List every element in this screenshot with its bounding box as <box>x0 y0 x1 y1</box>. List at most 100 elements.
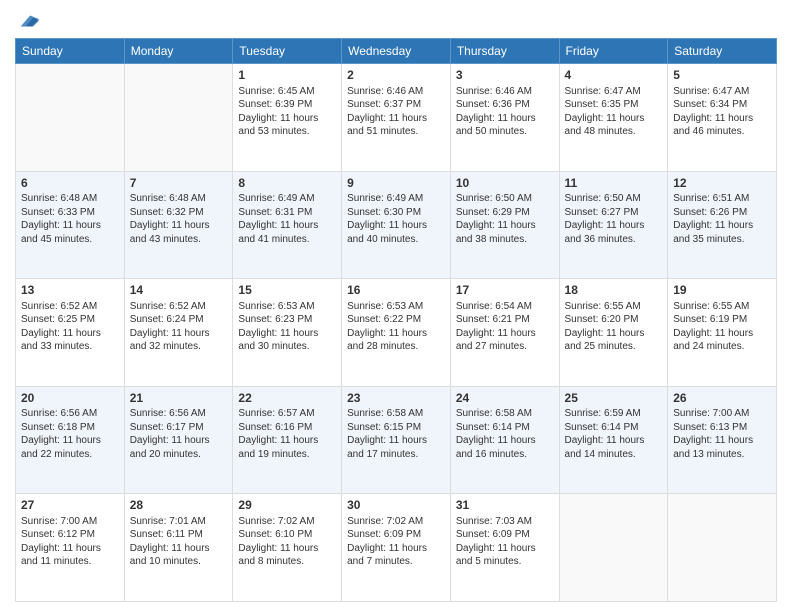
day-info: Sunrise: 6:52 AM Sunset: 6:24 PM Dayligh… <box>130 301 210 353</box>
calendar-cell: 3 Sunrise: 6:46 AM Sunset: 6:36 PM Daylig… <box>450 64 559 172</box>
calendar-cell: 1Sunrise: 6:45 AM Sunset: 6:39 PM Daylig… <box>233 64 342 172</box>
day-info: Sunrise: 6:52 AM Sunset: 6:25 PM Dayligh… <box>21 301 101 353</box>
calendar-cell: 22Sunrise: 6:57 AM Sunset: 6:16 PM Dayli… <box>233 386 342 494</box>
calendar-week-4: 20Sunrise: 6:56 AM Sunset: 6:18 PM Dayli… <box>16 386 777 494</box>
calendar-weekday-monday: Monday <box>124 39 233 64</box>
calendar-cell <box>559 494 668 602</box>
day-number: 21 <box>130 391 228 407</box>
day-info: Sunrise: 6:51 AM Sunset: 6:26 PM Dayligh… <box>673 193 753 245</box>
calendar-table: SundayMondayTuesdayWednesdayThursdayFrid… <box>15 38 777 602</box>
day-info: Sunrise: 6:47 AM Sunset: 6:35 PM Dayligh… <box>565 86 645 138</box>
calendar-cell: 16 Sunrise: 6:53 AM Sunset: 6:22 PM Dayli… <box>342 279 451 387</box>
calendar-cell: 31 Sunrise: 7:03 AM Sunset: 6:09 PM Dayli… <box>450 494 559 602</box>
logo-icon <box>17 10 39 32</box>
day-number: 30 <box>347 498 445 514</box>
day-info: Sunrise: 6:46 AM Sunset: 6:37 PM Dayligh… <box>347 86 427 138</box>
calendar-header-row: SundayMondayTuesdayWednesdayThursdayFrid… <box>16 39 777 64</box>
day-number: 20 <box>21 391 119 407</box>
calendar-cell: 18 Sunrise: 6:55 AM Sunset: 6:20 PM Dayli… <box>559 279 668 387</box>
calendar-cell: 2Sunrise: 6:46 AM Sunset: 6:37 PM Daylig… <box>342 64 451 172</box>
day-number: 5 <box>673 68 771 84</box>
day-number: 13 <box>21 283 119 299</box>
day-info: Sunrise: 6:55 AM Sunset: 6:20 PM Dayligh… <box>565 301 645 353</box>
day-number: 8 <box>238 176 336 192</box>
calendar-cell: 29 Sunrise: 7:02 AM Sunset: 6:10 PM Dayli… <box>233 494 342 602</box>
calendar-weekday-tuesday: Tuesday <box>233 39 342 64</box>
day-number: 23 <box>347 391 445 407</box>
day-number: 31 <box>456 498 554 514</box>
day-number: 1 <box>238 68 336 84</box>
day-info: Sunrise: 6:57 AM Sunset: 6:16 PM Dayligh… <box>238 408 318 460</box>
day-info: Sunrise: 7:00 AM Sunset: 6:12 PM Dayligh… <box>21 516 101 568</box>
header <box>15 10 777 32</box>
day-info: Sunrise: 6:56 AM Sunset: 6:18 PM Dayligh… <box>21 408 101 460</box>
day-info: Sunrise: 6:53 AM Sunset: 6:22 PM Dayligh… <box>347 301 427 353</box>
day-number: 24 <box>456 391 554 407</box>
calendar-weekday-thursday: Thursday <box>450 39 559 64</box>
calendar-cell: 14 Sunrise: 6:52 AM Sunset: 6:24 PM Dayli… <box>124 279 233 387</box>
day-number: 6 <box>21 176 119 192</box>
calendar-cell: 11Sunrise: 6:50 AM Sunset: 6:27 PM Dayli… <box>559 171 668 279</box>
calendar-cell: 9Sunrise: 6:49 AM Sunset: 6:30 PM Daylig… <box>342 171 451 279</box>
day-number: 26 <box>673 391 771 407</box>
calendar-cell: 27 Sunrise: 7:00 AM Sunset: 6:12 PM Dayli… <box>16 494 125 602</box>
day-info: Sunrise: 6:49 AM Sunset: 6:30 PM Dayligh… <box>347 193 427 245</box>
day-number: 16 <box>347 283 445 299</box>
day-info: Sunrise: 6:58 AM Sunset: 6:15 PM Dayligh… <box>347 408 427 460</box>
day-number: 17 <box>456 283 554 299</box>
calendar-week-1: 1Sunrise: 6:45 AM Sunset: 6:39 PM Daylig… <box>16 64 777 172</box>
calendar-cell: 20Sunrise: 6:56 AM Sunset: 6:18 PM Dayli… <box>16 386 125 494</box>
calendar-cell: 7Sunrise: 6:48 AM Sunset: 6:32 PM Daylig… <box>124 171 233 279</box>
calendar-cell: 10Sunrise: 6:50 AM Sunset: 6:29 PM Dayli… <box>450 171 559 279</box>
calendar-cell: 24Sunrise: 6:58 AM Sunset: 6:14 PM Dayli… <box>450 386 559 494</box>
day-number: 19 <box>673 283 771 299</box>
day-number: 3 <box>456 68 554 84</box>
calendar-cell: 5 Sunrise: 6:47 AM Sunset: 6:34 PM Daylig… <box>668 64 777 172</box>
calendar-cell: 23Sunrise: 6:58 AM Sunset: 6:15 PM Dayli… <box>342 386 451 494</box>
day-number: 11 <box>565 176 663 192</box>
calendar-cell <box>124 64 233 172</box>
day-number: 12 <box>673 176 771 192</box>
day-info: Sunrise: 6:48 AM Sunset: 6:33 PM Dayligh… <box>21 193 101 245</box>
day-number: 25 <box>565 391 663 407</box>
logo <box>15 10 39 32</box>
calendar-cell: 8Sunrise: 6:49 AM Sunset: 6:31 PM Daylig… <box>233 171 342 279</box>
day-number: 7 <box>130 176 228 192</box>
calendar-cell <box>668 494 777 602</box>
day-number: 9 <box>347 176 445 192</box>
calendar-weekday-saturday: Saturday <box>668 39 777 64</box>
day-info: Sunrise: 7:02 AM Sunset: 6:10 PM Dayligh… <box>238 516 318 568</box>
day-info: Sunrise: 6:55 AM Sunset: 6:19 PM Dayligh… <box>673 301 753 353</box>
day-number: 15 <box>238 283 336 299</box>
day-info: Sunrise: 6:53 AM Sunset: 6:23 PM Dayligh… <box>238 301 318 353</box>
calendar-cell: 4 Sunrise: 6:47 AM Sunset: 6:35 PM Daylig… <box>559 64 668 172</box>
day-info: Sunrise: 7:03 AM Sunset: 6:09 PM Dayligh… <box>456 516 536 568</box>
day-info: Sunrise: 6:46 AM Sunset: 6:36 PM Dayligh… <box>456 86 536 138</box>
page: SundayMondayTuesdayWednesdayThursdayFrid… <box>0 0 792 612</box>
day-number: 4 <box>565 68 663 84</box>
day-number: 14 <box>130 283 228 299</box>
day-info: Sunrise: 6:49 AM Sunset: 6:31 PM Dayligh… <box>238 193 318 245</box>
day-info: Sunrise: 6:54 AM Sunset: 6:21 PM Dayligh… <box>456 301 536 353</box>
calendar-cell: 15 Sunrise: 6:53 AM Sunset: 6:23 PM Dayli… <box>233 279 342 387</box>
day-info: Sunrise: 6:50 AM Sunset: 6:27 PM Dayligh… <box>565 193 645 245</box>
day-number: 18 <box>565 283 663 299</box>
calendar-week-2: 6Sunrise: 6:48 AM Sunset: 6:33 PM Daylig… <box>16 171 777 279</box>
day-info: Sunrise: 6:48 AM Sunset: 6:32 PM Dayligh… <box>130 193 210 245</box>
calendar-cell: 13 Sunrise: 6:52 AM Sunset: 6:25 PM Dayli… <box>16 279 125 387</box>
calendar-cell: 30Sunrise: 7:02 AM Sunset: 6:09 PM Dayli… <box>342 494 451 602</box>
calendar-cell: 28Sunrise: 7:01 AM Sunset: 6:11 PM Dayli… <box>124 494 233 602</box>
calendar-cell <box>16 64 125 172</box>
day-number: 27 <box>21 498 119 514</box>
day-info: Sunrise: 6:47 AM Sunset: 6:34 PM Dayligh… <box>673 86 753 138</box>
day-info: Sunrise: 6:50 AM Sunset: 6:29 PM Dayligh… <box>456 193 536 245</box>
calendar-weekday-friday: Friday <box>559 39 668 64</box>
calendar-cell: 12Sunrise: 6:51 AM Sunset: 6:26 PM Dayli… <box>668 171 777 279</box>
calendar-cell: 25Sunrise: 6:59 AM Sunset: 6:14 PM Dayli… <box>559 386 668 494</box>
day-number: 10 <box>456 176 554 192</box>
calendar-cell: 19 Sunrise: 6:55 AM Sunset: 6:19 PM Dayli… <box>668 279 777 387</box>
calendar-cell: 17 Sunrise: 6:54 AM Sunset: 6:21 PM Dayli… <box>450 279 559 387</box>
day-number: 29 <box>238 498 336 514</box>
day-info: Sunrise: 6:56 AM Sunset: 6:17 PM Dayligh… <box>130 408 210 460</box>
calendar-cell: 21Sunrise: 6:56 AM Sunset: 6:17 PM Dayli… <box>124 386 233 494</box>
